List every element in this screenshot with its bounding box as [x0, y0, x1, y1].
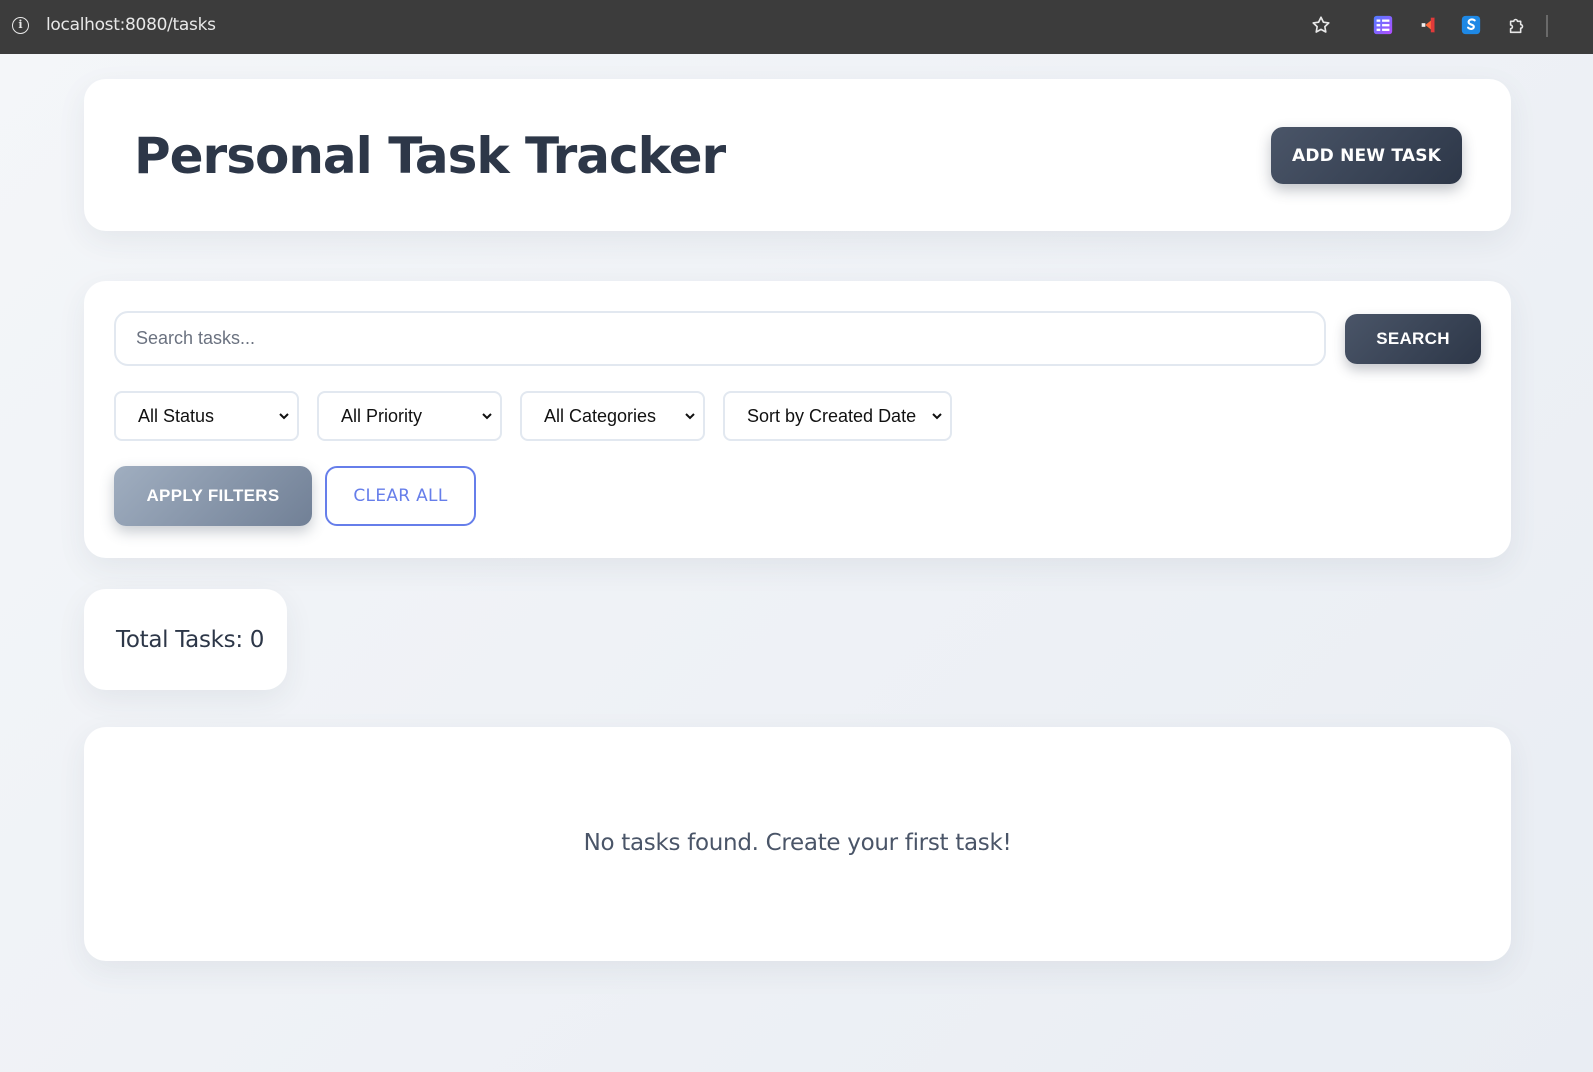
priority-filter-value: All Priority	[341, 405, 423, 426]
search-button[interactable]: SEARCH	[1345, 314, 1481, 364]
chevron-down-icon	[685, 413, 695, 420]
priority-filter-select[interactable]: All Priority	[317, 391, 502, 441]
clear-all-button[interactable]: CLEAR ALL	[325, 466, 476, 526]
category-filter-value: All Categories	[544, 405, 657, 426]
add-new-task-button[interactable]: ADD NEW TASK	[1271, 127, 1462, 184]
sort-select[interactable]: Sort by Created Date	[723, 391, 952, 441]
address-bar[interactable]: localhost:8080/tasks	[46, 15, 216, 35]
total-tasks-count: Total Tasks: 0	[116, 627, 265, 653]
sort-value: Sort by Created Date	[747, 405, 917, 426]
stats-card: Total Tasks: 0	[84, 589, 287, 690]
task-list-panel: No tasks found. Create your first task!	[84, 727, 1511, 961]
status-filter-select[interactable]: All Status	[114, 391, 299, 441]
header-card: Personal Task Tracker ADD NEW TASK	[84, 79, 1511, 231]
extension-icon[interactable]	[1460, 14, 1482, 36]
chevron-down-icon	[482, 413, 492, 420]
toolbar-divider	[1546, 15, 1548, 37]
empty-state-message: No tasks found. Create your first task!	[583, 830, 1012, 856]
page-title: Personal Task Tracker	[134, 127, 726, 185]
browser-toolbar: i localhost:8080/tasks	[0, 0, 1593, 54]
chevron-down-icon	[932, 413, 942, 420]
search-input[interactable]	[114, 311, 1326, 366]
status-filter-value: All Status	[138, 405, 215, 426]
puzzle-icon[interactable]	[1506, 14, 1528, 36]
info-icon[interactable]: i	[12, 17, 29, 34]
extension-icon[interactable]	[1418, 14, 1440, 36]
filter-panel: SEARCH All Status All Priority All Categ…	[84, 281, 1511, 558]
extension-icon[interactable]	[1372, 14, 1394, 36]
star-icon[interactable]	[1310, 14, 1332, 36]
apply-filters-button[interactable]: APPLY FILTERS	[114, 466, 312, 526]
category-filter-select[interactable]: All Categories	[520, 391, 705, 441]
chevron-down-icon	[279, 413, 289, 420]
